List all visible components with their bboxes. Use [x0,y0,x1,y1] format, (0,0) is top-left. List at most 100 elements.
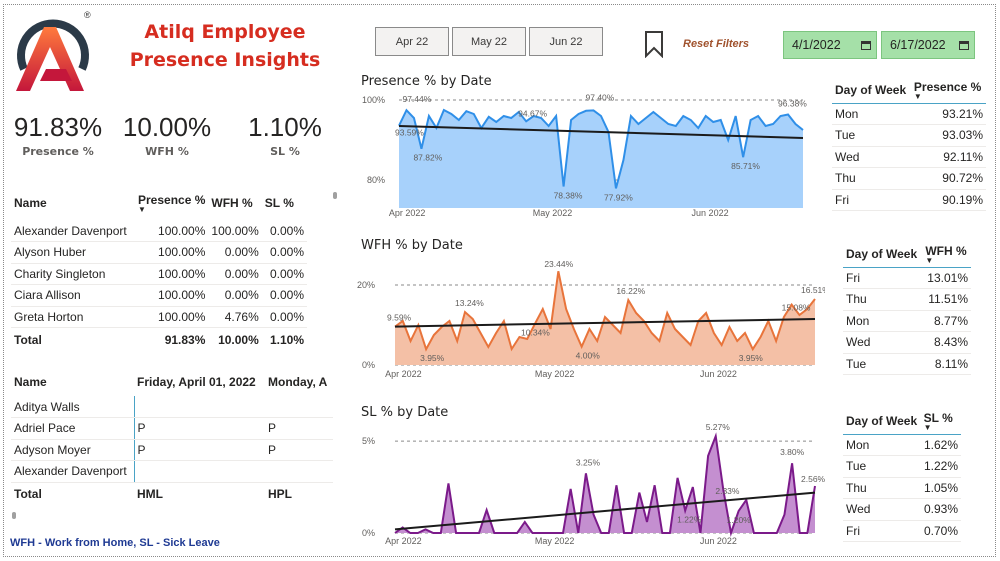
table-row[interactable]: Adyson Moyer P P [11,439,333,461]
cell-name: Charity Singleton [11,263,135,285]
cell-presence: 100.00% [135,284,209,307]
presence-chart[interactable]: 100% 80% Apr 2022 May 2022 Jun 2022 93.59% 97.… [355,90,815,222]
cell-sl: 0.00% [261,263,307,285]
table-row[interactable]: Tue 93.03% [832,124,986,147]
table-scrollbar[interactable] [333,192,337,199]
sl-chart[interactable]: 5% 0% Apr 2022 May 2022 Jun 2022 3.25% 1.22% 5.… [355,422,825,552]
employee-table: Name Presence % ▼ WFH % SL % Alexander Da… [11,186,307,352]
data-label: 1.20% [727,515,752,525]
calendar-icon[interactable] [861,40,871,50]
kpi-presence-value: 91.83% [13,112,103,142]
col-presence[interactable]: Presence % ▼ [135,186,208,220]
table-row[interactable]: Aditya Walls [11,396,333,418]
att-cell [265,460,333,483]
data-label: 1.22% [677,515,702,525]
att-cell-name: Adyson Moyer [11,439,135,461]
col-wfh[interactable]: WFH % [208,186,261,220]
cell-wfh: 100.00% [208,220,262,242]
matrix-scrollbar[interactable] [12,512,16,519]
chart-title-wfh: WFH % by Date [361,238,463,253]
dow-col-day[interactable]: Day of Week [843,408,921,435]
cell-presence: 100.00% [135,263,209,285]
col-name[interactable]: Name [11,186,135,220]
calendar-icon[interactable] [959,40,969,50]
table-row[interactable]: Tue 1.22% [843,455,961,478]
dow-value: 8.77% [922,310,971,332]
att-cell: P [265,417,333,440]
data-label: 5.27% [706,422,731,432]
table-row[interactable]: Greta Horton 100.00% 4.76% 0.00% [11,306,307,328]
table-row[interactable]: Thu 1.05% [843,477,961,499]
bookmark-icon[interactable] [644,30,664,58]
dow-col-day[interactable]: Day of Week [843,241,923,268]
dow-col-value[interactable]: WFH % ▼ [922,241,971,268]
table-total-row: Total 91.83% 10.00% 1.10% [11,327,307,352]
att-cell: P [134,439,265,461]
wfh-dow-table: Day of Week WFH % ▼ Fri 13.01% Thu 11.51% M… [843,241,971,375]
table-row[interactable]: Thu 90.72% [832,167,986,190]
total-presence: 91.83% [135,327,209,352]
dow-day: Thu [843,288,923,311]
month-button-jun[interactable]: Jun 22 [529,27,603,56]
dow-value: 11.51% [922,288,971,311]
att-col-date-1[interactable]: Friday, April 01, 2022 [134,368,265,396]
dow-value: 0.93% [920,498,961,521]
table-row[interactable]: Mon 1.62% [843,434,961,456]
data-label: 2.33% [715,486,740,496]
y-tick-label: 100% [362,95,385,105]
table-row[interactable]: Fri 13.01% [843,267,971,289]
wfh-chart[interactable]: 20% 0% Apr 2022 May 2022 Jun 2022 9.59% 3.95% 1… [355,255,825,385]
table-row[interactable]: Alexander Davenport 100.00% 100.00% 0.00… [11,220,307,242]
table-row[interactable]: Thu 11.51% [843,288,971,311]
table-row[interactable]: Adriel Pace P P [11,417,333,440]
atilq-logo: ® [16,10,91,91]
data-label: 78.38% [554,190,583,200]
dow-value: 1.22% [920,455,961,478]
x-tick-label: Jun 2022 [700,536,737,546]
month-button-apr[interactable]: Apr 22 [375,27,449,56]
x-tick-label: Apr 2022 [389,208,426,218]
dow-value: 93.21% [910,103,986,125]
table-row[interactable]: Charity Singleton 100.00% 0.00% 0.00% [11,263,307,285]
cell-sl: 0.00% [261,241,307,264]
col-sl[interactable]: SL % [262,186,307,220]
kpi-wfh-label: WFH % [145,145,189,158]
table-row[interactable]: Fri 0.70% [843,520,961,542]
cell-presence: 100.00% [135,220,209,242]
x-tick-label: Apr 2022 [385,536,422,546]
table-row[interactable]: Wed 8.43% [843,331,971,354]
x-tick-label: May 2022 [535,536,575,546]
table-row[interactable]: Mon 93.21% [832,103,986,125]
att-col-date-2[interactable]: Monday, A [265,368,333,396]
month-button-may[interactable]: May 22 [452,27,526,56]
att-col-name[interactable]: Name [11,368,134,396]
table-row[interactable]: Alexander Davenport [11,460,333,483]
dow-col-day[interactable]: Day of Week [832,77,911,104]
y-tick-label: 20% [357,280,375,290]
dow-day: Mon [832,103,911,125]
dow-col-value[interactable]: SL % ▼ [920,408,961,435]
data-label: 4.00% [576,351,601,361]
data-label: 3.95% [420,353,445,363]
table-row[interactable]: Mon 8.77% [843,310,971,332]
dow-day: Thu [832,167,911,190]
total-wfh: 10.00% [208,327,262,352]
table-row[interactable]: Tue 8.11% [843,353,971,375]
dow-col-value[interactable]: Presence % ▼ [910,77,986,104]
reset-filters-button[interactable]: Reset Filters [683,38,749,50]
table-row[interactable]: Wed 0.93% [843,498,961,521]
table-row[interactable]: Wed 92.11% [832,146,986,168]
area-fill [399,110,803,208]
end-date-input[interactable]: 6/17/2022 [881,31,975,59]
data-label: 3.25% [576,457,601,467]
kpi-wfh-value: 10.00% [122,112,212,142]
table-row[interactable]: Fri 90.19% [832,189,986,211]
start-date-input[interactable]: 4/1/2022 [783,31,877,59]
sort-desc-icon: ▼ [925,255,934,265]
att-cell [265,396,333,418]
table-row[interactable]: Alyson Huber 100.00% 0.00% 0.00% [11,241,307,264]
table-row[interactable]: Ciara Allison 100.00% 0.00% 0.00% [11,284,307,307]
cell-sl: 0.00% [261,284,307,307]
cell-name: Alyson Huber [11,241,135,264]
kpi-sl-value: 1.10% [248,112,322,142]
